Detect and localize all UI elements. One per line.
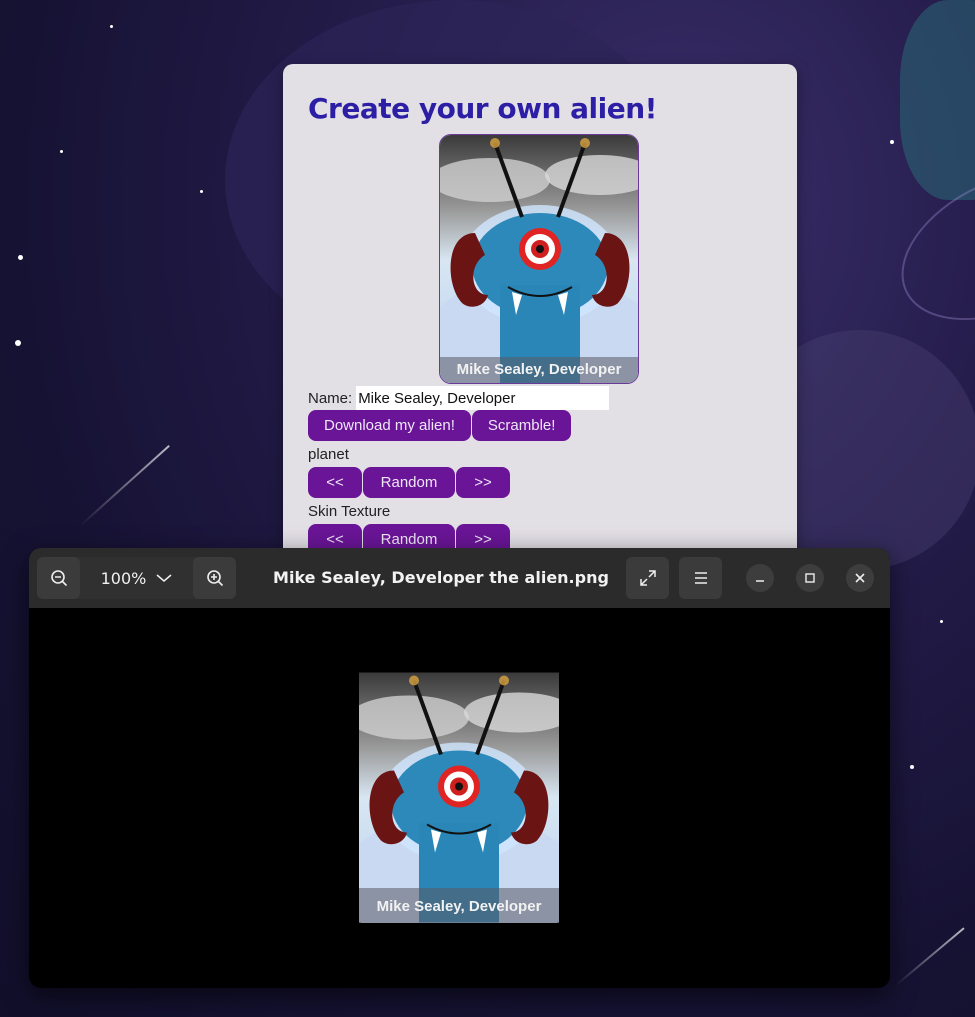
fullscreen-button[interactable] (626, 557, 669, 599)
star (60, 150, 63, 153)
minimize-button[interactable] (746, 564, 774, 592)
menu-button[interactable] (679, 557, 722, 599)
planet-label: planet (308, 446, 349, 463)
star (890, 140, 894, 144)
action-buttons: Download my alien! Scramble! (308, 410, 572, 441)
background-planet-edge (900, 0, 975, 200)
zoom-in-button[interactable] (193, 557, 236, 599)
chevron-down-icon (156, 574, 172, 582)
star (15, 340, 21, 346)
fullscreen-icon (639, 570, 656, 586)
zoom-out-button[interactable] (37, 557, 80, 599)
star (910, 765, 914, 769)
alien-creator-card: Create your own alien! Mike Sealey, Deve… (283, 64, 797, 564)
minimize-icon (756, 580, 764, 582)
name-label: Name: (308, 389, 353, 407)
name-row: Name: (308, 386, 610, 410)
alien-illustration (440, 135, 638, 383)
viewer-image-display: Mike Sealey, Developer (359, 672, 559, 923)
planet-next-button[interactable]: >> (456, 467, 510, 498)
zoom-controls: 100% (37, 557, 236, 599)
shooting-star (79, 444, 170, 527)
planet-random-button[interactable]: Random (363, 467, 455, 498)
planet-prev-button[interactable]: << (308, 467, 362, 498)
page-title: Create your own alien! (308, 92, 657, 125)
alien-preview: Mike Sealey, Developer (439, 134, 639, 384)
zoom-out-icon (50, 570, 67, 587)
star (200, 190, 203, 193)
name-input[interactable] (356, 386, 610, 410)
shooting-star (894, 927, 965, 987)
viewer-file-title: Mike Sealey, Developer the alien.png (273, 568, 609, 587)
download-alien-button[interactable]: Download my alien! (308, 410, 471, 441)
zoom-in-icon (206, 570, 223, 587)
close-button[interactable] (846, 564, 874, 592)
maximize-button[interactable] (796, 564, 824, 592)
zoom-level: 100% (100, 568, 147, 588)
star (110, 25, 113, 28)
menu-icon (694, 572, 707, 584)
close-icon (855, 573, 865, 583)
viewer-header-bar: 100% Mike Sealey, Developer the alien.pn… (29, 548, 890, 608)
star (940, 620, 943, 623)
skin-texture-label: Skin Texture (308, 503, 391, 520)
maximize-icon (805, 573, 815, 583)
scramble-button[interactable]: Scramble! (471, 410, 572, 441)
image-viewer-window: 100% Mike Sealey, Developer the alien.pn… (29, 548, 890, 988)
zoom-level-dropdown[interactable]: 100% (80, 557, 193, 599)
planet-controls: << Random >> (308, 467, 510, 498)
star (18, 255, 23, 260)
alien-caption: Mike Sealey, Developer (440, 357, 638, 383)
image-caption: Mike Sealey, Developer (359, 888, 559, 923)
alien-image (359, 672, 559, 923)
